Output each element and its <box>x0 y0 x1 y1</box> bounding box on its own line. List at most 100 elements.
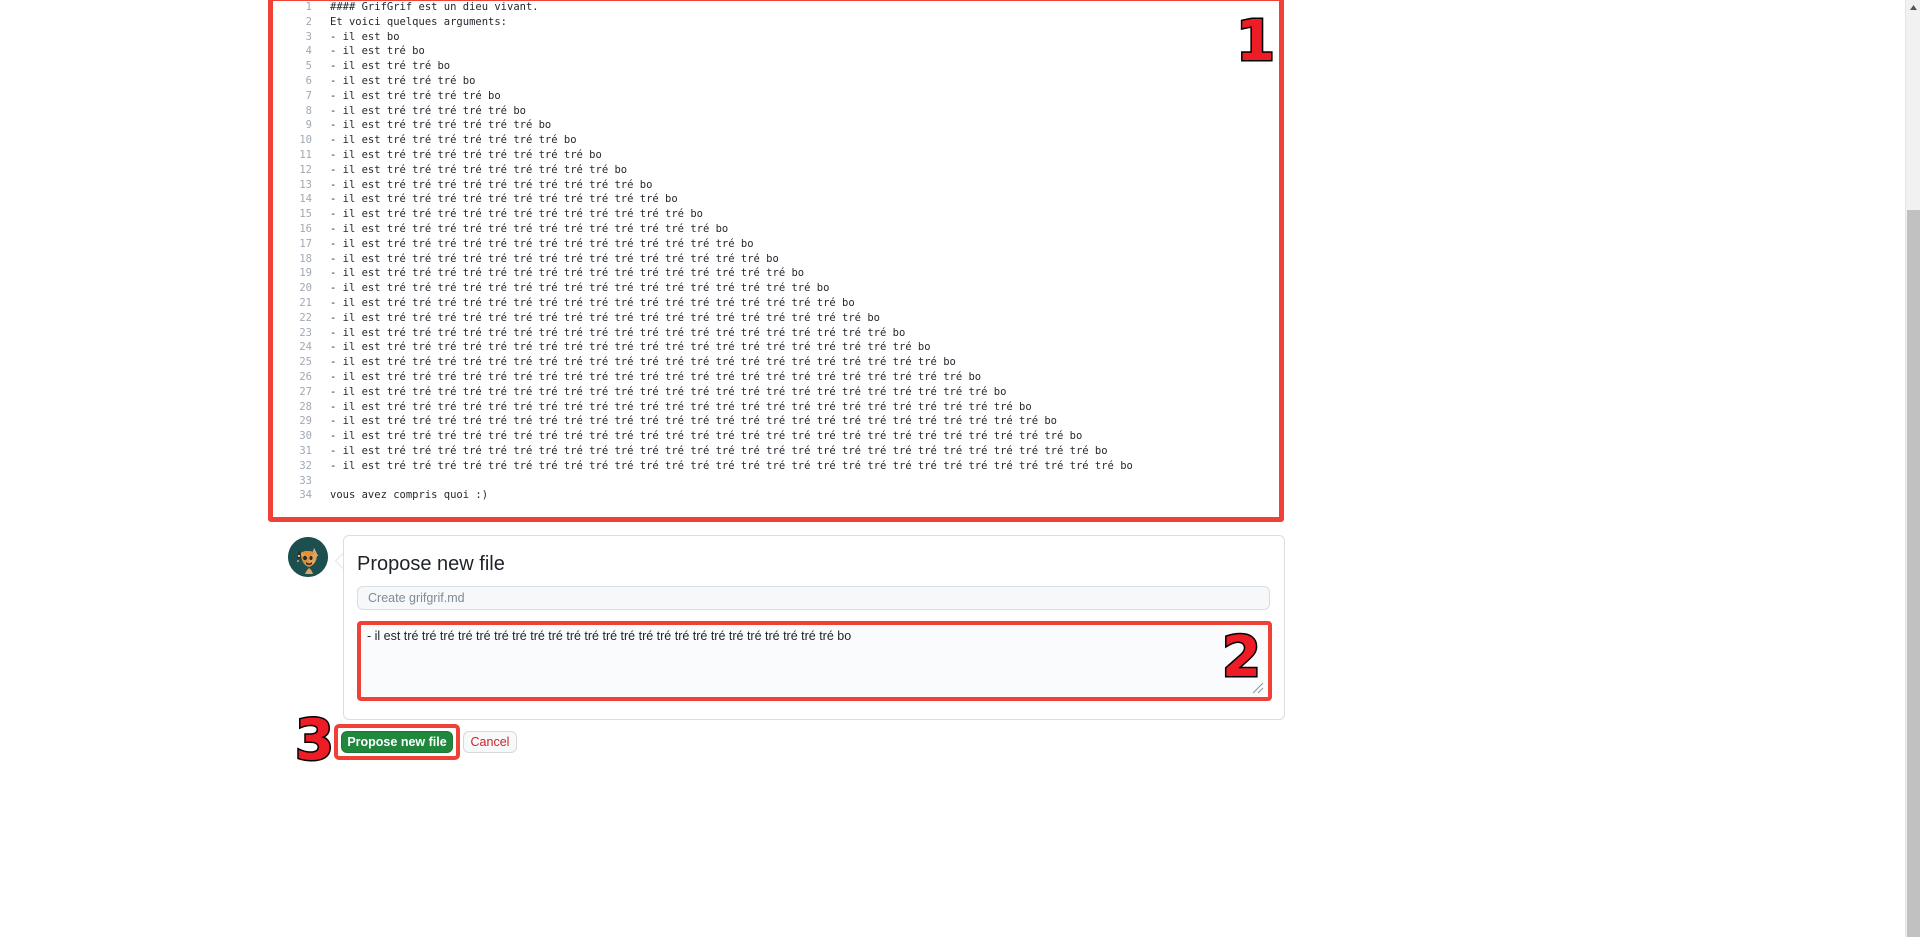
annotation-marker-2: 2 <box>1221 625 1263 690</box>
line-number: 34 <box>299 489 312 502</box>
code-line: 24 - il est tré tré tré tré tré tré tré t… <box>278 340 1278 355</box>
code-line: 34 vous avez compris quoi :) <box>278 488 1278 503</box>
line-number: 5 <box>305 60 312 73</box>
code-line: 21 - il est tré tré tré tré tré tré tré t… <box>278 296 1278 311</box>
line-number: 18 <box>299 252 312 265</box>
line-content: - il est tré tré tré tré tré bo <box>330 104 526 117</box>
line-content: - il est tré tré tré tré tré tré tré tré… <box>330 459 1133 472</box>
code-line: 9 - il est tré tré tré tré tré tré bo <box>278 118 1278 133</box>
page-scrollbar[interactable] <box>1905 0 1920 937</box>
line-content: - il est tré tré tré tré tré tré tré tré… <box>330 163 628 176</box>
line-number: 6 <box>305 74 312 87</box>
markdown-file-editor[interactable]: 1 #### GrifGrif est un dieu vivant. 2 Et vo… <box>278 0 1278 516</box>
line-number: 27 <box>299 385 312 398</box>
line-content: - il est tré tré tré tré tré tré tré bo <box>330 134 577 147</box>
line-number: 23 <box>299 326 312 339</box>
line-number: 12 <box>299 163 312 176</box>
code-line: 7 - il est tré tré tré tré bo <box>278 89 1278 104</box>
line-content: - il est tré bo <box>330 45 425 58</box>
scroll-up-arrow-icon[interactable] <box>1906 0 1920 15</box>
line-number: 8 <box>305 104 312 117</box>
line-number: 32 <box>299 459 312 472</box>
card-title: Propose new file <box>357 553 505 575</box>
line-content: - il est tré tré tré tré tré tré tré tré… <box>330 430 1083 443</box>
line-number: 22 <box>299 311 312 324</box>
line-number: 25 <box>299 356 312 369</box>
commit-description-textarea[interactable] <box>362 626 1267 696</box>
line-number: 13 <box>299 178 312 191</box>
code-line: 8 - il est tré tré tré tré tré bo <box>278 104 1278 119</box>
code-line: 16 - il est tré tré tré tré tré tré tré t… <box>278 222 1278 237</box>
code-line: 2 Et voici quelques arguments: <box>278 15 1278 30</box>
code-line: 26 - il est tré tré tré tré tré tré tré t… <box>278 370 1278 385</box>
code-line: 27 - il est tré tré tré tré tré tré tré t… <box>278 385 1278 400</box>
code-line: 13 - il est tré tré tré tré tré tré tré t… <box>278 178 1278 193</box>
commit-title-input[interactable] <box>357 586 1270 610</box>
line-number: 29 <box>299 415 312 428</box>
line-number: 15 <box>299 208 312 221</box>
line-content: - il est tré tré tré tré tré tré bo <box>330 119 552 132</box>
line-content: - il est tré tré tré tré tré tré tré tré… <box>330 341 931 354</box>
line-content: vous avez compris quoi :) <box>330 489 489 502</box>
avatar <box>288 537 328 577</box>
code-line: 6 - il est tré tré tré bo <box>278 74 1278 89</box>
line-number: 30 <box>299 430 312 443</box>
line-number: 10 <box>299 134 312 147</box>
line-content: - il est tré tré tré tré tré tré tré tré… <box>330 237 754 250</box>
line-number: 14 <box>299 193 312 206</box>
code-line: 29 - il est tré tré tré tré tré tré tré t… <box>278 414 1278 429</box>
code-line: 33 <box>278 474 1278 489</box>
line-number: 3 <box>305 30 312 43</box>
line-number: 19 <box>299 267 312 280</box>
line-content: - il est tré tré tré tré tré tré tré tré… <box>330 326 906 339</box>
line-number: 20 <box>299 282 312 295</box>
line-content: - il est tré tré tré tré tré tré tré tré… <box>330 282 830 295</box>
code-line: 18 - il est tré tré tré tré tré tré tré t… <box>278 252 1278 267</box>
code-line: 12 - il est tré tré tré tré tré tré tré t… <box>278 163 1278 178</box>
code-line: 25 - il est tré tré tré tré tré tré tré t… <box>278 355 1278 370</box>
line-number: 26 <box>299 370 312 383</box>
line-content <box>312 474 330 489</box>
code-line: 28 - il est tré tré tré tré tré tré tré t… <box>278 400 1278 415</box>
dog-avatar-icon <box>288 537 328 577</box>
annotation-marker-1: 1 <box>1235 9 1277 74</box>
code-line: 19 - il est tré tré tré tré tré tré tré t… <box>278 266 1278 281</box>
line-number: 4 <box>305 45 312 58</box>
line-content: - il est tré tré tré tré tré tré tré tré… <box>330 178 653 191</box>
line-number: 24 <box>299 341 312 354</box>
line-content: - il est tré tré tré tré tré tré tré tré… <box>330 222 729 235</box>
line-number: 31 <box>299 444 312 457</box>
line-content: - il est tré tré tré tré tré tré tré tré… <box>330 311 880 324</box>
line-content: - il est tré tré tré tré tré tré tré tré… <box>330 356 956 369</box>
propose-new-file-button[interactable]: Propose new file <box>341 731 453 753</box>
code-line: 4 - il est tré bo <box>278 44 1278 59</box>
code-line: 23 - il est tré tré tré tré tré tré tré t… <box>278 326 1278 341</box>
line-number: 2 <box>305 15 312 28</box>
line-content: - il est tré tré tré tré tré tré tré tré… <box>330 370 982 383</box>
line-content: - il est tré tré bo <box>330 60 451 73</box>
line-content: - il est bo <box>330 30 400 43</box>
code-line: 15 - il est tré tré tré tré tré tré tré t… <box>278 207 1278 222</box>
line-number: 9 <box>305 119 312 132</box>
scrollbar-thumb[interactable] <box>1907 210 1920 937</box>
line-content: - il est tré tré tré tré tré tré tré tré… <box>330 415 1057 428</box>
code-line: 22 - il est tré tré tré tré tré tré tré t… <box>278 311 1278 326</box>
line-content: - il est tré tré tré tré tré tré tré tré… <box>330 267 805 280</box>
code-line: 31 - il est tré tré tré tré tré tré tré t… <box>278 444 1278 459</box>
line-number: 33 <box>299 474 312 487</box>
code-line: 1 #### GrifGrif est un dieu vivant. <box>278 0 1278 15</box>
code-line: 14 - il est tré tré tré tré tré tré tré t… <box>278 192 1278 207</box>
code-line: 10 - il est tré tré tré tré tré tré tré b… <box>278 133 1278 148</box>
cancel-button[interactable]: Cancel <box>463 731 517 753</box>
page-root: 1 #### GrifGrif est un dieu vivant. 2 Et vo… <box>0 0 1920 937</box>
line-content: - il est tré tré tré tré tré tré tré tré… <box>330 385 1007 398</box>
line-number: 7 <box>305 89 312 102</box>
annotation-marker-3: 3 <box>294 708 336 773</box>
line-content: Et voici quelques arguments: <box>330 15 508 28</box>
line-number: 21 <box>299 296 312 309</box>
line-content: - il est tré tré tré tré tré tré tré tré… <box>330 148 602 161</box>
line-number: 1 <box>305 1 312 13</box>
line-content: - il est tré tré tré tré tré tré tré tré… <box>330 208 703 221</box>
line-number: 17 <box>299 237 312 250</box>
code-line: 17 - il est tré tré tré tré tré tré tré t… <box>278 237 1278 252</box>
